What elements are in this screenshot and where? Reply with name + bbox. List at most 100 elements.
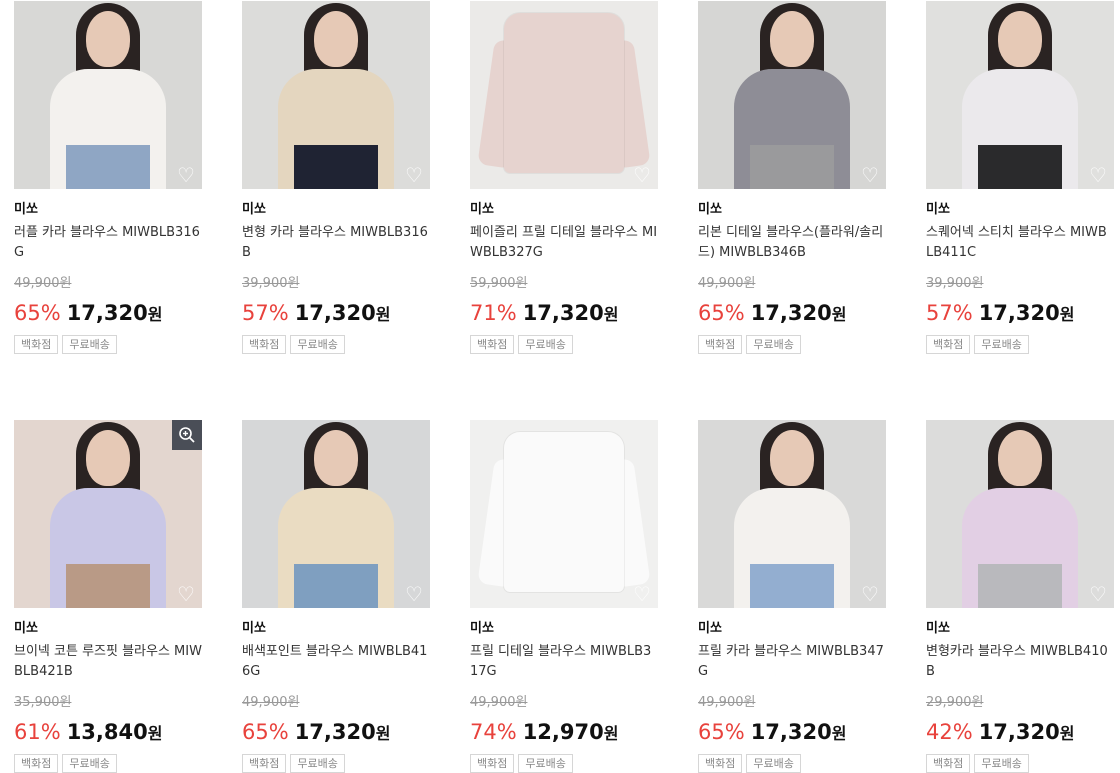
- sale-price: 17,320: [294, 301, 376, 325]
- original-price: 59,900원: [470, 276, 528, 291]
- currency-unit: 원: [147, 724, 163, 743]
- original-price: 39,900원: [242, 276, 300, 291]
- product-card[interactable]: ♡ 미쏘 변형카라 블라우스 MIWBLB410B 29,900원 42% 17,…: [926, 420, 1114, 773]
- tag-department-store: 백화점: [242, 335, 287, 354]
- price-row: 65% 17,320원: [698, 299, 886, 327]
- heart-outline-icon[interactable]: ♡: [1087, 165, 1109, 185]
- original-price: 49,900원: [698, 695, 756, 710]
- product-card[interactable]: ♡ 미쏘 브이넥 코튼 루즈핏 블라우스 MIWBLB421B 35,900원 …: [14, 420, 202, 773]
- product-card[interactable]: ♡ 미쏘 페이즐리 프릴 디테일 블라우스 MIWBLB327G 59,900원…: [470, 1, 658, 354]
- tag-free-shipping: 무료배송: [518, 335, 573, 354]
- discount-rate: 42%: [926, 720, 973, 744]
- pants-shape: [978, 564, 1062, 608]
- product-image[interactable]: ♡: [470, 420, 658, 608]
- discount-rate: 61%: [14, 720, 61, 744]
- pants-shape: [66, 145, 150, 189]
- tag-department-store: 백화점: [926, 335, 971, 354]
- brand-name[interactable]: 미쏘: [242, 201, 430, 219]
- product-image[interactable]: ♡: [470, 1, 658, 189]
- product-name[interactable]: 리본 디테일 블라우스(플라워/솔리드) MIWBLB346B: [698, 223, 886, 263]
- pants-shape: [294, 145, 378, 189]
- product-name[interactable]: 페이즐리 프릴 디테일 블라우스 MIWBLB327G: [470, 223, 658, 263]
- tag-free-shipping: 무료배송: [746, 754, 801, 773]
- heart-outline-icon[interactable]: ♡: [631, 165, 653, 185]
- product-name[interactable]: 변형 카라 블라우스 MIWBLB316B: [242, 223, 430, 263]
- brand-name[interactable]: 미쏘: [926, 201, 1114, 219]
- product-card[interactable]: ♡ 미쏘 변형 카라 블라우스 MIWBLB316B 39,900원 57% 17…: [242, 1, 430, 354]
- sale-price: 12,970: [522, 720, 604, 744]
- zoom-in-icon[interactable]: [172, 420, 202, 450]
- currency-unit: 원: [147, 305, 163, 324]
- tag-list: 백화점 무료배송: [242, 333, 430, 354]
- brand-name[interactable]: 미쏘: [470, 620, 658, 638]
- brand-name[interactable]: 미쏘: [698, 201, 886, 219]
- price-row: 57% 17,320원: [242, 299, 430, 327]
- currency-unit: 원: [375, 724, 391, 743]
- original-price: 49,900원: [698, 276, 756, 291]
- product-name[interactable]: 브이넥 코튼 루즈핏 블라우스 MIWBLB421B: [14, 642, 202, 682]
- brand-name[interactable]: 미쏘: [926, 620, 1114, 638]
- heart-outline-icon[interactable]: ♡: [175, 584, 197, 604]
- product-image[interactable]: ♡: [698, 420, 886, 608]
- heart-outline-icon[interactable]: ♡: [631, 584, 653, 604]
- currency-unit: 원: [603, 305, 619, 324]
- blouse-shape: [504, 13, 624, 173]
- currency-unit: 원: [831, 305, 847, 324]
- product-image[interactable]: ♡: [926, 1, 1114, 189]
- sale-price: 17,320: [750, 720, 832, 744]
- heart-outline-icon[interactable]: ♡: [403, 584, 425, 604]
- brand-name[interactable]: 미쏘: [14, 201, 202, 219]
- sale-price: 17,320: [66, 301, 148, 325]
- currency-unit: 원: [603, 724, 619, 743]
- product-grid: ♡ 미쏘 러플 카라 블라우스 MIWBLB316G 49,900원 65% 17…: [0, 0, 1120, 773]
- pants-shape: [66, 564, 150, 608]
- product-card[interactable]: ♡ 미쏘 리본 디테일 블라우스(플라워/솔리드) MIWBLB346B 49,…: [698, 1, 886, 354]
- tag-department-store: 백화점: [926, 754, 971, 773]
- product-name[interactable]: 프릴 디테일 블라우스 MIWBLB317G: [470, 642, 658, 682]
- tag-department-store: 백화점: [242, 754, 287, 773]
- heart-outline-icon[interactable]: ♡: [859, 584, 881, 604]
- currency-unit: 원: [831, 724, 847, 743]
- brand-name[interactable]: 미쏘: [14, 620, 202, 638]
- tag-list: 백화점 무료배송: [698, 333, 886, 354]
- tag-free-shipping: 무료배송: [974, 754, 1029, 773]
- product-card[interactable]: ♡ 미쏘 프릴 카라 블라우스 MIWBLB347G 49,900원 65% 17…: [698, 420, 886, 773]
- brand-name[interactable]: 미쏘: [242, 620, 430, 638]
- heart-outline-icon[interactable]: ♡: [859, 165, 881, 185]
- product-image[interactable]: ♡: [242, 420, 430, 608]
- tag-list: 백화점 무료배송: [470, 333, 658, 354]
- heart-outline-icon[interactable]: ♡: [1087, 584, 1109, 604]
- tag-free-shipping: 무료배송: [974, 335, 1029, 354]
- product-name[interactable]: 스퀘어넥 스티치 블라우스 MIWBLB411C: [926, 223, 1114, 263]
- brand-name[interactable]: 미쏘: [470, 201, 658, 219]
- tag-department-store: 백화점: [470, 754, 515, 773]
- product-name[interactable]: 프릴 카라 블라우스 MIWBLB347G: [698, 642, 886, 682]
- pants-shape: [978, 145, 1062, 189]
- product-card[interactable]: ♡ 미쏘 프릴 디테일 블라우스 MIWBLB317G 49,900원 74% 1…: [470, 420, 658, 773]
- product-card[interactable]: ♡ 미쏘 스퀘어넥 스티치 블라우스 MIWBLB411C 39,900원 57…: [926, 1, 1114, 354]
- product-image[interactable]: ♡: [698, 1, 886, 189]
- heart-outline-icon[interactable]: ♡: [175, 165, 197, 185]
- price-row: 71% 17,320원: [470, 299, 658, 327]
- tag-department-store: 백화점: [698, 335, 743, 354]
- currency-unit: 원: [1059, 724, 1075, 743]
- product-name[interactable]: 배색포인트 블라우스 MIWBLB416G: [242, 642, 430, 682]
- tag-department-store: 백화점: [14, 754, 59, 773]
- product-name[interactable]: 변형카라 블라우스 MIWBLB410B: [926, 642, 1114, 682]
- heart-outline-icon[interactable]: ♡: [403, 165, 425, 185]
- product-name[interactable]: 러플 카라 블라우스 MIWBLB316G: [14, 223, 202, 263]
- product-image[interactable]: ♡: [926, 420, 1114, 608]
- product-image[interactable]: ♡: [14, 420, 202, 608]
- product-card[interactable]: ♡ 미쏘 배색포인트 블라우스 MIWBLB416G 49,900원 65% 17…: [242, 420, 430, 773]
- brand-name[interactable]: 미쏘: [698, 620, 886, 638]
- discount-rate: 65%: [698, 720, 745, 744]
- discount-rate: 65%: [242, 720, 289, 744]
- product-image[interactable]: ♡: [14, 1, 202, 189]
- product-card[interactable]: ♡ 미쏘 러플 카라 블라우스 MIWBLB316G 49,900원 65% 17…: [14, 1, 202, 354]
- tag-list: 백화점 무료배송: [926, 333, 1114, 354]
- product-image[interactable]: ♡: [242, 1, 430, 189]
- model-face: [770, 430, 814, 486]
- price-row: 65% 17,320원: [242, 718, 430, 746]
- tag-list: 백화점 무료배송: [926, 752, 1114, 773]
- currency-unit: 원: [375, 305, 391, 324]
